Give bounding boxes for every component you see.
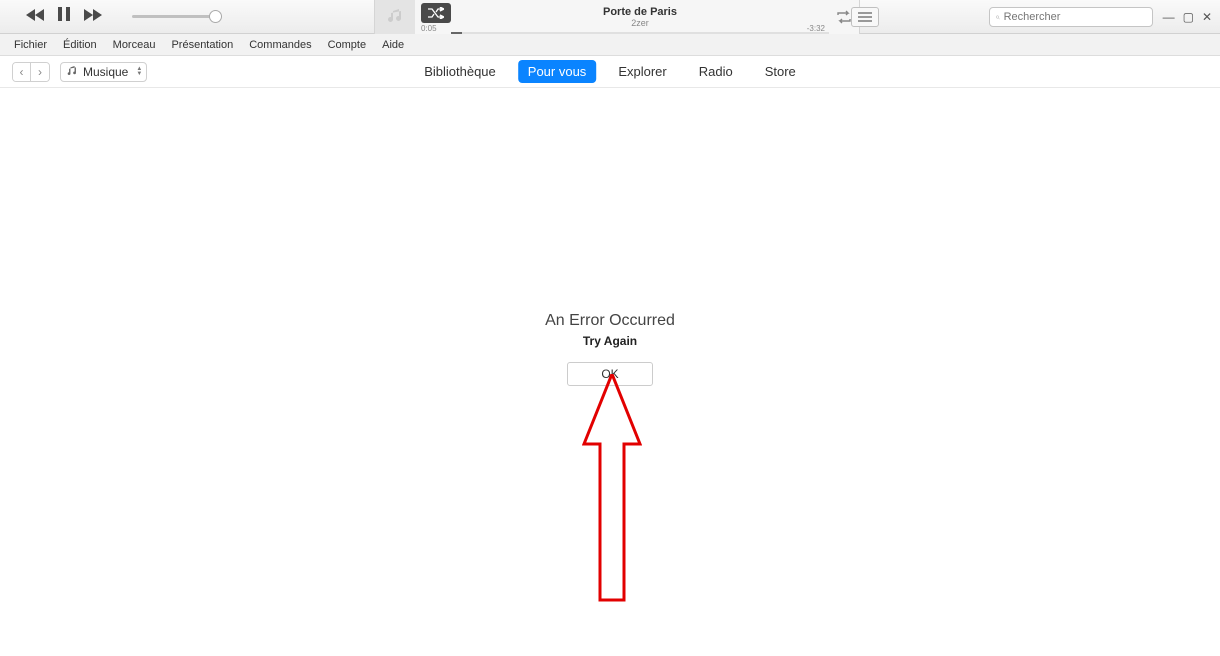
- tab-store[interactable]: Store: [755, 60, 806, 83]
- menu-aide[interactable]: Aide: [374, 36, 412, 54]
- now-playing-display: Porte de Paris 2zer 0:05 -3:32: [374, 0, 860, 34]
- content-area: An Error Occurred Try Again OK: [0, 88, 1220, 656]
- media-selector[interactable]: Musique ▲▼: [60, 62, 147, 82]
- search-box[interactable]: [989, 7, 1153, 27]
- tab-bibliotheque[interactable]: Bibliothèque: [414, 60, 506, 83]
- tabs: Bibliothèque Pour vous Explorer Radio St…: [414, 60, 806, 83]
- time-elapsed: 0:05: [421, 24, 437, 33]
- next-button[interactable]: [84, 8, 102, 26]
- playback-controls: [0, 7, 102, 26]
- volume-slider[interactable]: [132, 15, 222, 18]
- window-controls: — ▢ ✕: [1163, 10, 1214, 24]
- album-art-icon: [375, 0, 415, 34]
- now-playing-title: Porte de Paris: [603, 6, 677, 18]
- media-selector-label: Musique: [83, 65, 128, 79]
- menu-morceau[interactable]: Morceau: [105, 36, 164, 54]
- minimize-button[interactable]: —: [1163, 10, 1175, 24]
- time-remaining: -3:32: [807, 24, 825, 33]
- nav-row: ‹ › Musique ▲▼ Bibliothèque Pour vous Ex…: [0, 56, 1220, 88]
- toolbar-right: — ▢ ✕: [851, 0, 1214, 34]
- nav-forward-button[interactable]: ›: [31, 63, 49, 81]
- nav-arrows: ‹ ›: [12, 62, 50, 82]
- menu-edition[interactable]: Édition: [55, 36, 105, 54]
- search-input[interactable]: [1004, 11, 1146, 23]
- search-icon: [996, 12, 1000, 23]
- close-button[interactable]: ✕: [1202, 10, 1212, 24]
- menu-commandes[interactable]: Commandes: [241, 36, 319, 54]
- tab-pour-vous[interactable]: Pour vous: [518, 60, 597, 83]
- tab-radio[interactable]: Radio: [689, 60, 743, 83]
- menu-bar: Fichier Édition Morceau Présentation Com…: [0, 34, 1220, 56]
- error-title: An Error Occurred: [545, 312, 675, 330]
- menu-fichier[interactable]: Fichier: [6, 36, 55, 54]
- menu-presentation[interactable]: Présentation: [163, 36, 241, 54]
- ok-button[interactable]: OK: [567, 362, 653, 386]
- volume-thumb[interactable]: [209, 10, 222, 23]
- player-bar: Porte de Paris 2zer 0:05 -3:32 — ▢ ✕: [0, 0, 1220, 34]
- previous-button[interactable]: [26, 8, 44, 26]
- chevron-updown-icon: ▲▼: [136, 67, 142, 77]
- pause-button[interactable]: [58, 7, 70, 26]
- maximize-button[interactable]: ▢: [1183, 10, 1194, 24]
- shuffle-icon[interactable]: [421, 3, 451, 23]
- queue-button[interactable]: [851, 7, 879, 27]
- music-icon: [67, 66, 78, 77]
- error-subtitle: Try Again: [583, 334, 637, 348]
- tab-explorer[interactable]: Explorer: [608, 60, 676, 83]
- nav-back-button[interactable]: ‹: [13, 63, 31, 81]
- menu-compte[interactable]: Compte: [320, 36, 375, 54]
